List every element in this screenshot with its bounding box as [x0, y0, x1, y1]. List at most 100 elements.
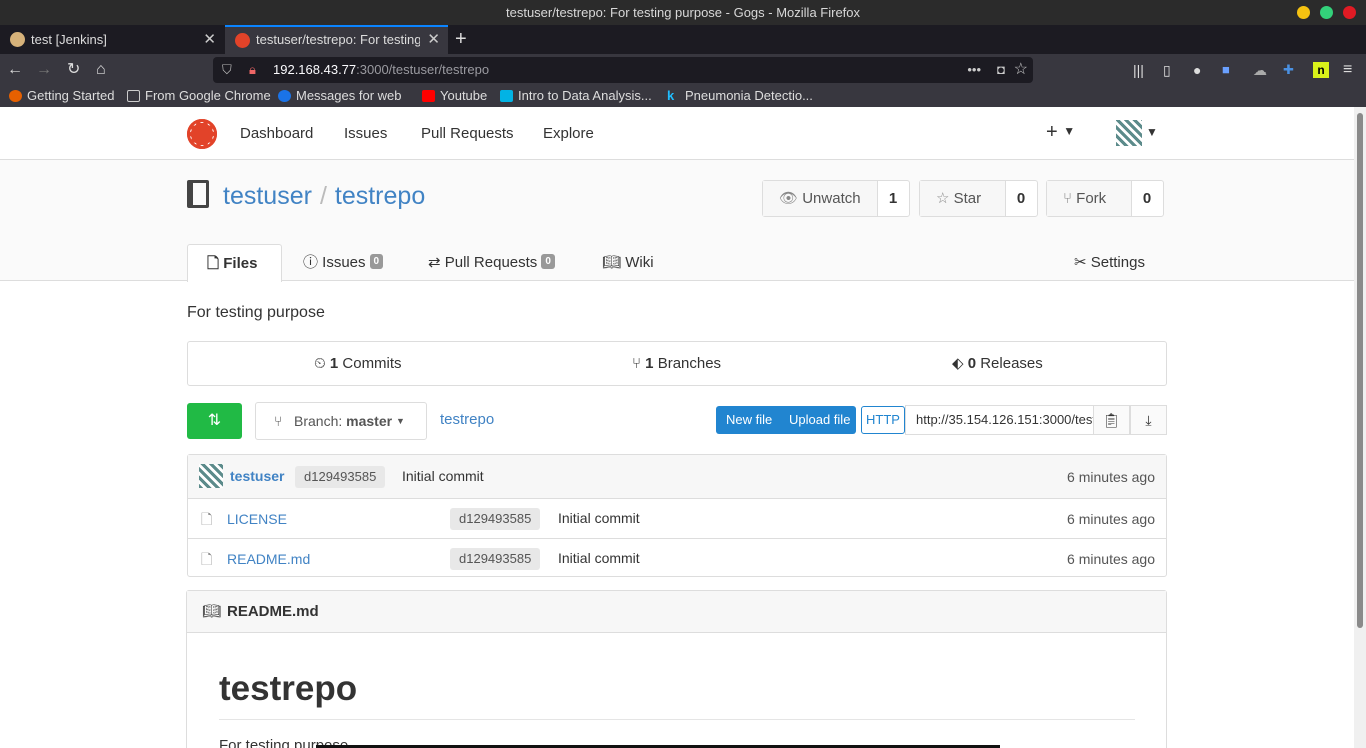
new-file-button[interactable]: New file: [726, 406, 772, 434]
repo-name-link[interactable]: testrepo: [335, 182, 425, 210]
scrollbar-thumb[interactable]: [1357, 113, 1363, 628]
reload-icon[interactable]: ↻: [67, 60, 80, 80]
library-icon[interactable]: |||: [1133, 60, 1144, 80]
bookmark-messages[interactable]: Messages for web: [278, 86, 402, 106]
tab-wiki[interactable]: 📖︎ Wiki: [602, 244, 654, 281]
readme-heading: testrepo: [219, 669, 358, 708]
file-actions-group: New file Upload file: [716, 406, 856, 434]
account-icon[interactable]: ●: [1193, 60, 1201, 80]
folder-icon: [127, 90, 140, 102]
bookmark-kaggle[interactable]: k Pneumonia Detectio...: [667, 86, 813, 106]
file-commit-time: 6 minutes ago: [1067, 511, 1155, 527]
issue-icon: ⓘ: [303, 254, 323, 271]
compare-button[interactable]: ⇅: [187, 403, 242, 439]
menu-icon[interactable]: ≡: [1343, 60, 1352, 80]
commit-sha-label[interactable]: d129493585: [295, 466, 386, 488]
home-icon[interactable]: ⌂: [96, 60, 106, 80]
bookmark-getting-started[interactable]: Getting Started: [9, 86, 114, 106]
branch-name: master: [346, 413, 393, 429]
minimize-button[interactable]: [1297, 6, 1310, 19]
star-count[interactable]: 0: [1005, 181, 1037, 216]
tab-pull-requests[interactable]: ⇄ Pull Requests 0: [428, 244, 555, 281]
close-tab-icon[interactable]: ✕: [203, 25, 216, 54]
tab-issues[interactable]: ⓘ Issues 0: [303, 244, 384, 281]
gogs-icon: [235, 33, 250, 48]
firefox-icon: [9, 90, 22, 102]
file-commit-sha[interactable]: d129493585: [450, 548, 541, 570]
fork-icon: ⑂: [1063, 190, 1077, 207]
maximize-button[interactable]: [1320, 6, 1333, 19]
nav-dashboard[interactable]: Dashboard: [240, 125, 313, 142]
upload-file-button[interactable]: Upload file: [789, 406, 850, 434]
watch-count[interactable]: 1: [877, 181, 909, 216]
clone-url-input[interactable]: http://35.154.126.151:3000/testuser/test…: [905, 405, 1095, 435]
close-window-button[interactable]: [1343, 6, 1356, 19]
youtube-icon: [422, 90, 435, 102]
tab-files[interactable]: 🗋︎ Files: [187, 244, 282, 282]
tab-strip: test [Jenkins] ✕ testuser/testrepo: For …: [0, 25, 1366, 54]
repo-description: For testing purpose: [187, 304, 325, 321]
page-actions-icon[interactable]: •••: [967, 57, 981, 83]
url-bar[interactable]: ⛉ 🔒︎ 192.168.43.77:3000/testuser/testrep…: [213, 57, 1033, 83]
back-icon[interactable]: ←: [7, 60, 23, 80]
page-scrollbar[interactable]: [1354, 107, 1366, 748]
fork-count[interactable]: 0: [1131, 181, 1163, 216]
page-content: Dashboard Issues Pull Requests Explore +…: [0, 107, 1354, 748]
gogs-logo-icon[interactable]: [187, 119, 217, 149]
bookmark-star-icon[interactable]: ☆: [1014, 57, 1028, 83]
path-breadcrumb[interactable]: testrepo: [440, 411, 494, 428]
shield-icon: ⛉: [222, 62, 232, 77]
tab-settings[interactable]: ✂ Settings: [1074, 244, 1145, 281]
commit-author-link[interactable]: testuser: [230, 468, 284, 484]
clipboard-icon: 📋︎: [1102, 412, 1121, 428]
repo-book-icon: [187, 180, 209, 208]
extension-cloud-icon[interactable]: ☁: [1253, 60, 1267, 80]
nav-issues[interactable]: Issues: [344, 125, 387, 142]
nav-explore[interactable]: Explore: [543, 125, 594, 142]
releases-stat[interactable]: ⬖ 0 Releases: [952, 342, 1043, 385]
commits-stat[interactable]: ⏲︎ 1 Commits: [314, 342, 402, 385]
watch-button[interactable]: 👁︎ Unwatch 1: [762, 180, 910, 217]
readme-divider: [219, 719, 1135, 720]
tab-jenkins[interactable]: test [Jenkins] ✕: [0, 25, 224, 54]
create-new-menu[interactable]: + ▼: [1046, 121, 1075, 144]
extension-n-icon[interactable]: n: [1313, 62, 1329, 78]
sidebar-icon[interactable]: ▯: [1163, 60, 1171, 80]
gogs-header: Dashboard Issues Pull Requests Explore +…: [0, 107, 1354, 160]
avatar[interactable]: [1116, 120, 1142, 146]
watch-label: Unwatch: [802, 190, 861, 207]
chevron-down-icon: ▼: [1063, 124, 1076, 138]
close-tab-icon[interactable]: ✕: [427, 27, 440, 53]
user-menu-chevron-icon[interactable]: ▼: [1146, 125, 1158, 139]
table-row: 🗋︎ LICENSE d129493585 Initial commit 6 m…: [188, 498, 1166, 538]
star-button[interactable]: ☆ Star 0: [919, 180, 1038, 217]
download-button[interactable]: ⤓: [1130, 405, 1167, 435]
pocket-icon[interactable]: ◘: [997, 57, 1005, 83]
branches-stat[interactable]: ⑂ 1 Branches: [632, 342, 721, 385]
fork-label: Fork: [1076, 190, 1107, 207]
extension-flag-icon[interactable]: ✚: [1283, 60, 1294, 80]
branch-dropdown[interactable]: ⑂ Branch: master ▼: [255, 402, 427, 440]
tab-gogs[interactable]: testuser/testrepo: For testing purpose ✕: [225, 25, 448, 54]
bookmark-udacity[interactable]: Intro to Data Analysis...: [500, 86, 652, 106]
new-tab-icon[interactable]: +: [455, 25, 467, 54]
http-clone-toggle[interactable]: HTTP: [861, 406, 905, 434]
bookmark-youtube[interactable]: Youtube: [422, 86, 487, 106]
file-table: testuser d129493585 Initial commit 6 min…: [187, 454, 1167, 577]
readme-header: 📖︎ README.md: [187, 591, 1166, 633]
copy-url-button[interactable]: 📋︎: [1093, 405, 1130, 435]
bookmark-folder-chrome[interactable]: From Google Chrome: [127, 86, 271, 106]
translate-icon[interactable]: ■: [1222, 60, 1230, 80]
file-commit-message[interactable]: Initial commit: [558, 550, 640, 566]
repo-owner-link[interactable]: testuser: [223, 182, 312, 210]
readme-panel: 📖︎ README.md testrepo For testing purpos…: [186, 590, 1167, 748]
file-commit-sha[interactable]: d129493585: [450, 508, 541, 530]
file-commit-message[interactable]: Initial commit: [558, 510, 640, 526]
forward-icon[interactable]: →: [36, 60, 52, 80]
nav-pull-requests[interactable]: Pull Requests: [421, 125, 514, 142]
tab-label: testuser/testrepo: For testing purpose: [256, 32, 420, 47]
file-name-link[interactable]: LICENSE: [227, 511, 287, 527]
fork-button[interactable]: ⑂ Fork 0: [1046, 180, 1164, 217]
tag-icon: ⬖: [952, 355, 968, 372]
file-name-link[interactable]: README.md: [227, 551, 310, 567]
